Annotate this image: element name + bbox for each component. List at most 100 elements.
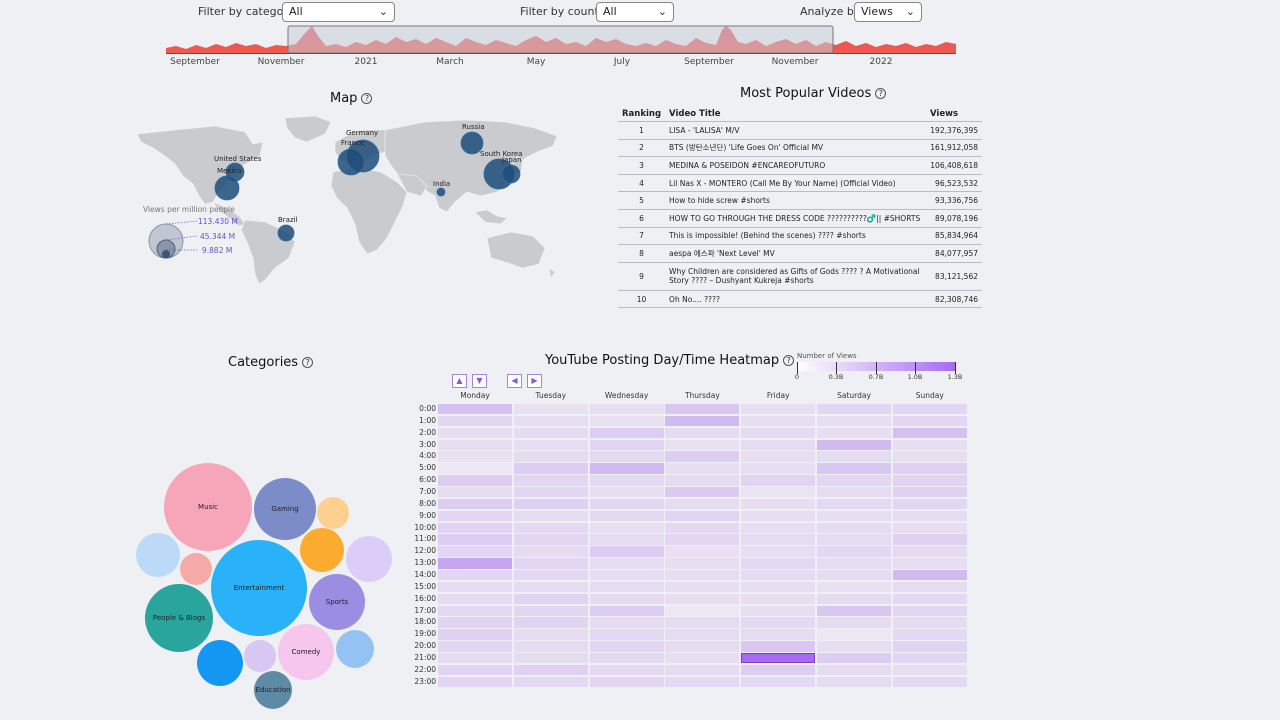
heatmap-cell[interactable] <box>892 522 967 533</box>
heatmap-cell[interactable] <box>741 546 816 557</box>
heatmap-cell[interactable] <box>589 498 664 510</box>
heatmap-cell[interactable] <box>665 558 740 569</box>
heatmap-cell[interactable] <box>892 558 967 569</box>
heatmap-cell[interactable] <box>513 427 588 439</box>
heatmap-cell[interactable] <box>589 439 664 450</box>
analyze-select[interactable]: Views ⌄ <box>854 2 922 22</box>
category-bubble[interactable] <box>300 528 344 572</box>
heatmap-cell[interactable] <box>741 558 816 569</box>
heatmap-cell[interactable] <box>741 439 816 450</box>
heatmap-cell[interactable] <box>513 676 588 688</box>
heatmap-cell[interactable] <box>741 653 816 664</box>
heatmap-cell[interactable] <box>817 427 891 439</box>
heatmap-cell[interactable] <box>741 415 816 427</box>
help-icon[interactable]: ? <box>783 355 795 366</box>
heatmap-cell[interactable] <box>817 439 891 450</box>
heatmap-cell[interactable] <box>665 510 740 522</box>
heatmap-cell[interactable] <box>741 475 816 486</box>
heatmap-cell[interactable] <box>817 664 891 676</box>
heatmap-cell[interactable] <box>817 605 891 616</box>
heatmap-cell[interactable] <box>438 475 512 486</box>
heatmap-cell[interactable] <box>892 546 967 557</box>
heatmap-cell[interactable] <box>589 605 664 616</box>
heatmap-cell[interactable] <box>665 641 740 652</box>
heatmap-cell[interactable] <box>817 534 891 545</box>
heatmap-cell[interactable] <box>665 487 740 498</box>
heatmap-cell[interactable] <box>438 487 512 498</box>
heatmap-cell[interactable] <box>665 439 740 450</box>
table-row[interactable]: 6 HOW TO GO THROUGH THE DRESS CODE ??????… <box>618 208 982 228</box>
map-bubble-japan[interactable] <box>501 164 521 184</box>
heatmap-cell[interactable] <box>513 534 588 545</box>
category-bubble[interactable] <box>244 640 276 672</box>
heatmap-cell[interactable] <box>665 463 740 474</box>
heatmap-cell[interactable] <box>817 570 891 581</box>
heatmap-cell[interactable] <box>513 439 588 450</box>
heatmap-cell[interactable] <box>892 463 967 474</box>
heatmap-cell[interactable] <box>665 427 740 439</box>
heatmap-cell[interactable] <box>741 593 816 605</box>
heatmap-cell[interactable] <box>513 593 588 605</box>
timeline-brush-chart[interactable] <box>166 24 956 56</box>
help-icon[interactable]: ? <box>875 88 887 99</box>
heatmap-cell[interactable] <box>817 522 891 533</box>
heatmap-cell[interactable] <box>513 641 588 652</box>
heatmap-cell[interactable] <box>892 498 967 510</box>
sort-up-button[interactable]: ▲ <box>452 374 467 388</box>
heatmap-cell[interactable] <box>589 676 664 688</box>
table-row[interactable]: 10 Oh No.... ???? 82,308,746 <box>618 289 982 309</box>
heatmap-cell[interactable] <box>665 653 740 664</box>
heatmap-cell[interactable] <box>892 605 967 616</box>
heatmap-cell[interactable] <box>665 404 740 415</box>
category-bubble-sports[interactable]: Sports <box>309 574 365 630</box>
heatmap-cell[interactable] <box>817 498 891 510</box>
heatmap-cell[interactable] <box>892 487 967 498</box>
map-bubble-mexico[interactable] <box>214 175 240 201</box>
heatmap-cell[interactable] <box>589 487 664 498</box>
heatmap-cell[interactable] <box>438 581 512 593</box>
heatmap-cell[interactable] <box>665 581 740 593</box>
heatmap-cell[interactable] <box>589 415 664 427</box>
category-bubble[interactable] <box>136 533 180 577</box>
help-icon[interactable]: ? <box>361 93 373 104</box>
category-bubble-music[interactable]: Music <box>164 463 252 551</box>
heatmap-cell[interactable] <box>513 558 588 569</box>
heatmap-cell[interactable] <box>665 522 740 533</box>
heatmap-cell[interactable] <box>817 641 891 652</box>
heatmap-cell[interactable] <box>513 463 588 474</box>
heatmap-cell[interactable] <box>438 653 512 664</box>
heatmap-cell[interactable] <box>589 570 664 581</box>
heatmap-cell[interactable] <box>665 570 740 581</box>
heatmap-cell[interactable] <box>665 664 740 676</box>
heatmap-cell[interactable] <box>817 451 891 462</box>
heatmap-cell[interactable] <box>513 629 588 640</box>
heatmap-cell[interactable] <box>589 534 664 545</box>
heatmap-cell[interactable] <box>817 653 891 664</box>
heatmap-cell[interactable] <box>817 510 891 522</box>
heatmap-cell[interactable] <box>438 404 512 415</box>
table-row[interactable]: 4 Lil Nas X - MONTERO (Call Me By Your Na… <box>618 173 982 192</box>
heatmap-cell[interactable] <box>741 451 816 462</box>
heatmap-cell[interactable] <box>438 439 512 450</box>
heatmap-cell[interactable] <box>817 593 891 605</box>
heatmap-cell[interactable] <box>513 570 588 581</box>
heatmap-cell[interactable] <box>892 617 967 628</box>
category-bubble[interactable] <box>336 630 374 668</box>
heatmap-cell[interactable] <box>513 617 588 628</box>
heatmap-cell[interactable] <box>438 522 512 533</box>
heatmap-cell[interactable] <box>589 427 664 439</box>
table-row[interactable]: 2 BTS (방탄소년단) 'Life Goes On' Official MV 1… <box>618 138 982 157</box>
heatmap-cell[interactable] <box>589 404 664 415</box>
heatmap-cell[interactable] <box>513 605 588 616</box>
heatmap-cell[interactable] <box>589 653 664 664</box>
heatmap-cell[interactable] <box>892 415 967 427</box>
heatmap-cell[interactable] <box>741 404 816 415</box>
heatmap-cell[interactable] <box>438 498 512 510</box>
heatmap-cell[interactable] <box>741 522 816 533</box>
heatmap-cell[interactable] <box>741 487 816 498</box>
heatmap-cell[interactable] <box>438 534 512 545</box>
heatmap-cell[interactable] <box>513 653 588 664</box>
map-bubble-brazil[interactable] <box>277 224 295 242</box>
heatmap-cell[interactable] <box>438 427 512 439</box>
heatmap-cell[interactable] <box>892 427 967 439</box>
